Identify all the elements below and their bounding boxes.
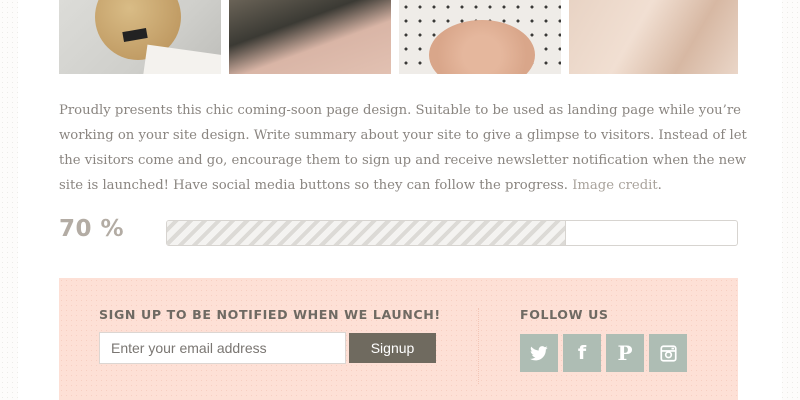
gallery-photo	[569, 0, 738, 74]
progress-bar	[166, 220, 738, 246]
follow-us-heading: FOLLOW US	[520, 307, 609, 322]
signup-heading: SIGN UP TO BE NOTIFIED WHEN WE LAUNCH!	[99, 307, 441, 322]
signup-button[interactable]: Signup	[349, 333, 436, 363]
facebook-icon: f	[577, 341, 587, 364]
photo-gallery	[59, 0, 738, 74]
instagram-button[interactable]	[649, 334, 687, 372]
facebook-button[interactable]: f	[563, 334, 601, 372]
intro-end-punct: .	[657, 178, 662, 193]
twitter-icon	[530, 345, 548, 361]
progress-bar-fill	[167, 221, 566, 245]
gallery-photo	[59, 0, 221, 74]
gallery-photo	[229, 0, 391, 74]
gallery-photo	[399, 0, 561, 74]
image-credit-link[interactable]: Image credit	[572, 178, 657, 193]
signup-panel: SIGN UP TO BE NOTIFIED WHEN WE LAUNCH! S…	[59, 278, 738, 400]
email-field[interactable]	[99, 332, 346, 364]
pinterest-button[interactable]: P	[606, 334, 644, 372]
card-edge-shape	[143, 44, 221, 74]
plate-shape	[429, 20, 535, 74]
panel-divider	[478, 308, 479, 384]
pinterest-icon: P	[617, 341, 633, 365]
instagram-icon	[659, 344, 677, 362]
twitter-button[interactable]	[520, 334, 558, 372]
progress-percent-label: 70 %	[59, 216, 125, 242]
intro-paragraph: Proudly presents this chic coming-soon p…	[59, 98, 749, 198]
